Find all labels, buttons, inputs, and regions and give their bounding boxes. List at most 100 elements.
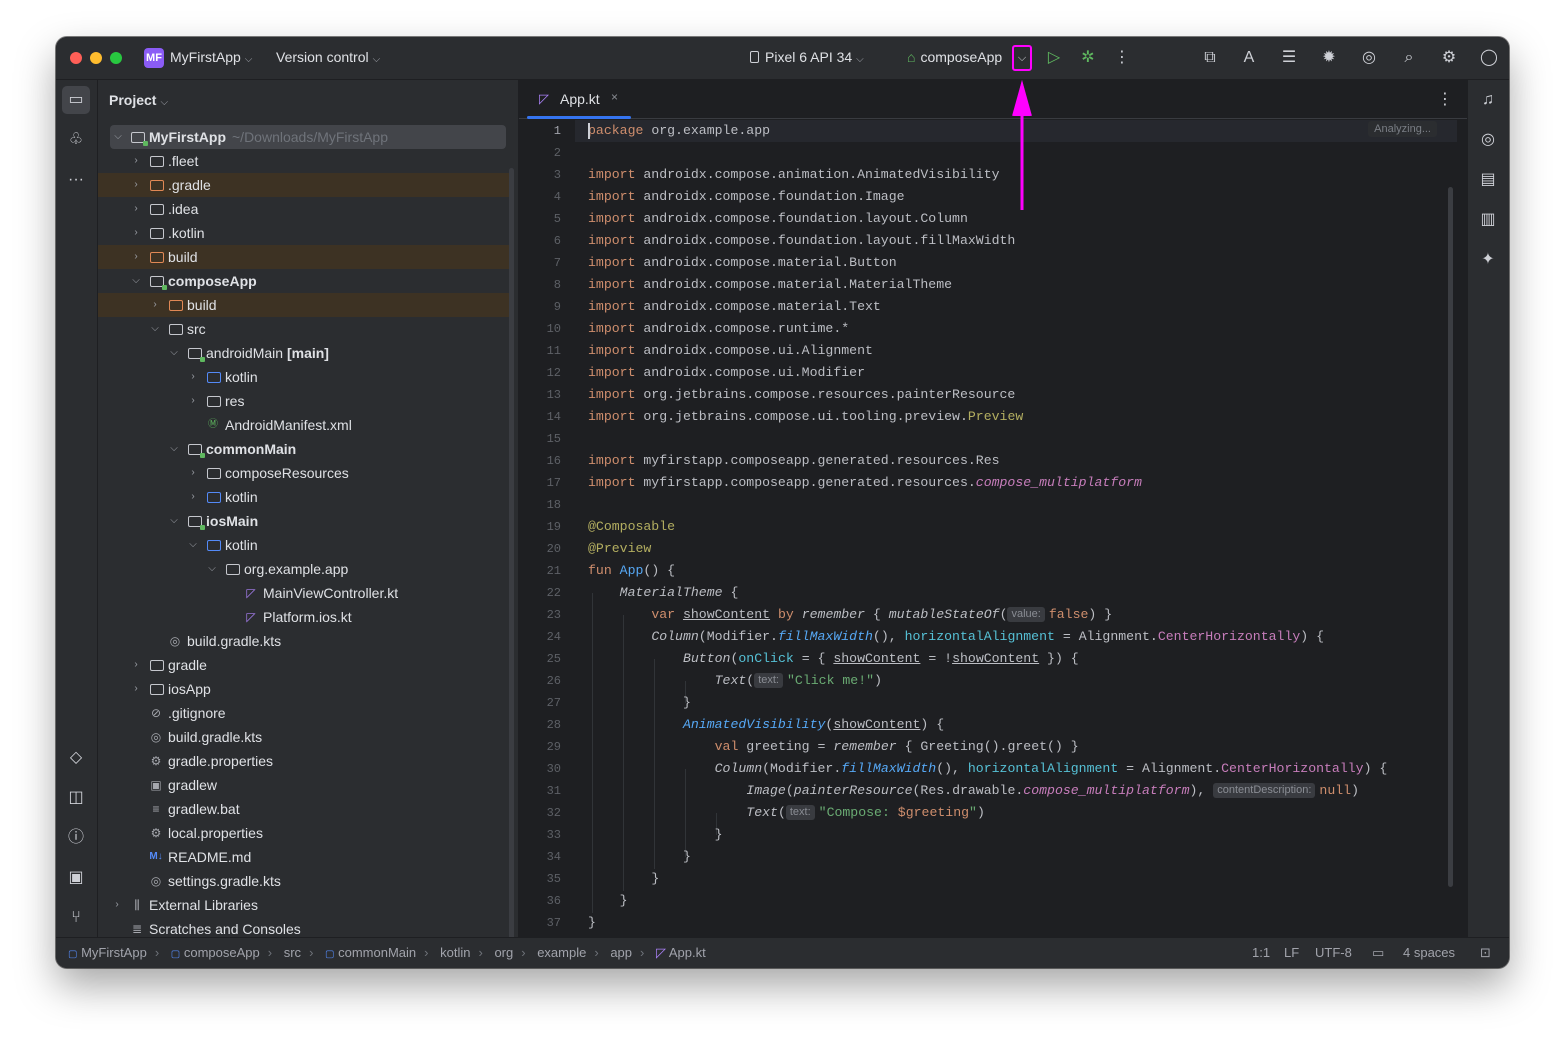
gradle-icon[interactable]: ◎ xyxy=(1357,47,1381,69)
code-token: null xyxy=(1319,783,1352,798)
code-token: text: xyxy=(785,805,815,820)
resource-manager-icon[interactable]: ♧ xyxy=(62,126,90,154)
more-actions-icon[interactable]: ⋮ xyxy=(1110,47,1134,69)
tree-item[interactable]: › build xyxy=(98,245,510,269)
tree-item-label: commonMain xyxy=(206,441,297,457)
tree-item[interactable]: › ⫼ External Libraries xyxy=(98,893,510,917)
device-selector[interactable]: Pixel 6 API 34 ⌵ xyxy=(750,49,864,65)
tree-item[interactable]: ⌵ androidMain [main] xyxy=(98,341,510,365)
tree-item[interactable]: › kotlin xyxy=(98,485,510,509)
tree-item[interactable]: › .fleet xyxy=(98,149,510,173)
tree-item[interactable]: › gradle xyxy=(98,653,510,677)
tab-options-icon[interactable]: ⋮ xyxy=(1437,89,1453,109)
editor-scrollbar[interactable] xyxy=(1448,187,1453,887)
gear-icon[interactable]: ⚙ xyxy=(1437,47,1461,69)
zoom-window-button[interactable] xyxy=(110,52,122,64)
tree-item[interactable]: › composeResources xyxy=(98,461,510,485)
tree-item[interactable]: ⚙ gradle.properties xyxy=(98,749,510,773)
tree-root[interactable]: ⌵ MyFirstApp ~/Downloads/MyFirstApp xyxy=(110,125,506,149)
more-tools-icon[interactable]: ··· xyxy=(62,166,90,194)
code-editor[interactable]: package org.example.app import androidx.… xyxy=(575,119,1457,938)
code-token: ), xyxy=(1189,783,1214,798)
code-line: Text(text: "Click me!") xyxy=(588,670,882,692)
profiler-icon[interactable]: ☰ xyxy=(1277,47,1301,69)
tree-item-label: README.md xyxy=(168,849,252,865)
tree-item[interactable]: › kotlin xyxy=(98,365,510,389)
breadcrumb-item[interactable]: src xyxy=(284,945,301,960)
tree-item[interactable]: ◎ build.gradle.kts xyxy=(98,629,510,653)
run-config-selector[interactable]: ⌂ composeApp xyxy=(907,49,1002,65)
line-number: 25 xyxy=(546,652,561,666)
breadcrumb-item[interactable]: MyFirstApp xyxy=(81,945,147,960)
tree-item[interactable]: › res xyxy=(98,389,510,413)
tree-item[interactable]: ⌵ src xyxy=(98,317,510,341)
breadcrumb-item[interactable]: app xyxy=(610,945,632,960)
debug-icon[interactable]: ✲ xyxy=(1076,47,1100,69)
device-manager-icon[interactable]: ▤ xyxy=(1474,166,1502,194)
project-switcher[interactable]: MyFirstApp ⌵ xyxy=(170,49,252,65)
breadcrumb-item[interactable]: App.kt xyxy=(669,945,706,960)
breadcrumb-item[interactable]: composeApp xyxy=(184,945,260,960)
terminal-icon[interactable]: ▣ xyxy=(62,864,90,892)
breadcrumb-item[interactable]: commonMain xyxy=(338,945,416,960)
gemstone-icon[interactable]: ◇ xyxy=(62,744,90,772)
caret-position[interactable]: 1:1 xyxy=(1252,945,1270,960)
tree-item[interactable]: ◎ build.gradle.kts xyxy=(98,725,510,749)
tree-item[interactable]: › .kotlin xyxy=(98,221,510,245)
running-devices-icon[interactable]: ▥ xyxy=(1474,206,1502,234)
project-scrollbar[interactable] xyxy=(509,168,514,948)
gradle-icon[interactable]: ◎ xyxy=(1474,126,1502,154)
file-encoding[interactable]: UTF-8 xyxy=(1315,945,1352,960)
lock-icon[interactable]: ⊡ xyxy=(1480,945,1491,961)
tree-item[interactable]: › iosApp xyxy=(98,677,510,701)
tree-item[interactable]: › build xyxy=(98,293,510,317)
search-icon[interactable]: ⌕ xyxy=(1397,47,1421,69)
line-number: 6 xyxy=(553,234,561,248)
tree-item[interactable]: ⚙ local.properties xyxy=(98,821,510,845)
line-separator[interactable]: LF xyxy=(1284,945,1299,960)
breadcrumb-item[interactable]: example xyxy=(537,945,586,960)
project-badge[interactable]: MF xyxy=(144,48,164,68)
minimize-window-button[interactable] xyxy=(90,52,102,64)
breadcrumb-item[interactable]: kotlin xyxy=(440,945,470,960)
tree-item[interactable]: M↓ README.md xyxy=(98,845,510,869)
tree-item[interactable]: ◎ settings.gradle.kts xyxy=(98,869,510,893)
breadcrumb-item[interactable]: org xyxy=(494,945,513,960)
tree-item[interactable]: ⌵ kotlin xyxy=(98,533,510,557)
tree-item[interactable]: ⌵ composeApp xyxy=(98,269,510,293)
code-token: } xyxy=(619,893,628,908)
tree-item[interactable]: ⌵ org.example.app xyxy=(98,557,510,581)
kotlin-file-icon: ◸ xyxy=(539,91,549,106)
translate-icon[interactable]: A xyxy=(1237,47,1261,69)
close-window-button[interactable] xyxy=(70,52,82,64)
close-icon[interactable]: × xyxy=(611,90,618,104)
editorconfig-icon[interactable]: ▭ xyxy=(1372,945,1384,961)
notifications-icon[interactable]: ♫ xyxy=(1474,86,1502,114)
tree-item[interactable]: ≡ gradlew.bat xyxy=(98,797,510,821)
tree-item[interactable]: ⌵ commonMain xyxy=(98,437,510,461)
folder-icon[interactable]: ▭ xyxy=(62,86,90,114)
tree-item[interactable]: ◸ MainViewController.kt xyxy=(98,581,510,605)
run-icon[interactable]: ▷ xyxy=(1042,47,1066,69)
tab-app-kt[interactable]: ◸ App.kt × xyxy=(527,80,631,119)
run-config-dropdown-button[interactable]: ⌵ xyxy=(1012,45,1032,71)
account-icon[interactable]: ◯ xyxy=(1477,47,1501,69)
sparkle-icon[interactable]: ✦ xyxy=(1474,246,1502,274)
package-folder-icon xyxy=(226,564,240,575)
tree-item[interactable]: › .idea xyxy=(98,197,510,221)
logcat-icon[interactable]: ◫ xyxy=(62,784,90,812)
indent-setting[interactable]: 4 spaces xyxy=(1403,945,1455,960)
tree-item[interactable]: ⌵ iosMain xyxy=(98,509,510,533)
tree-item[interactable]: ⊘ .gitignore xyxy=(98,701,510,725)
tree-item[interactable]: › .gradle xyxy=(98,173,510,197)
bug-icon[interactable]: ✹ xyxy=(1317,47,1341,69)
tree-item[interactable]: ▣ gradlew xyxy=(98,773,510,797)
tree-item[interactable]: Ⓜ AndroidManifest.xml xyxy=(98,413,510,437)
project-view-selector[interactable]: Project ⌵ xyxy=(109,92,168,108)
problems-icon[interactable]: ⓘ xyxy=(62,824,90,852)
git-branch-icon[interactable]: ⑂ xyxy=(62,904,90,932)
text-file-icon: ≡ xyxy=(152,802,160,816)
tree-item[interactable]: ◸ Platform.ios.kt xyxy=(98,605,510,629)
sync-project-icon[interactable]: ⧉ xyxy=(1198,47,1222,69)
version-control-menu[interactable]: Version control ⌵ xyxy=(276,49,380,65)
